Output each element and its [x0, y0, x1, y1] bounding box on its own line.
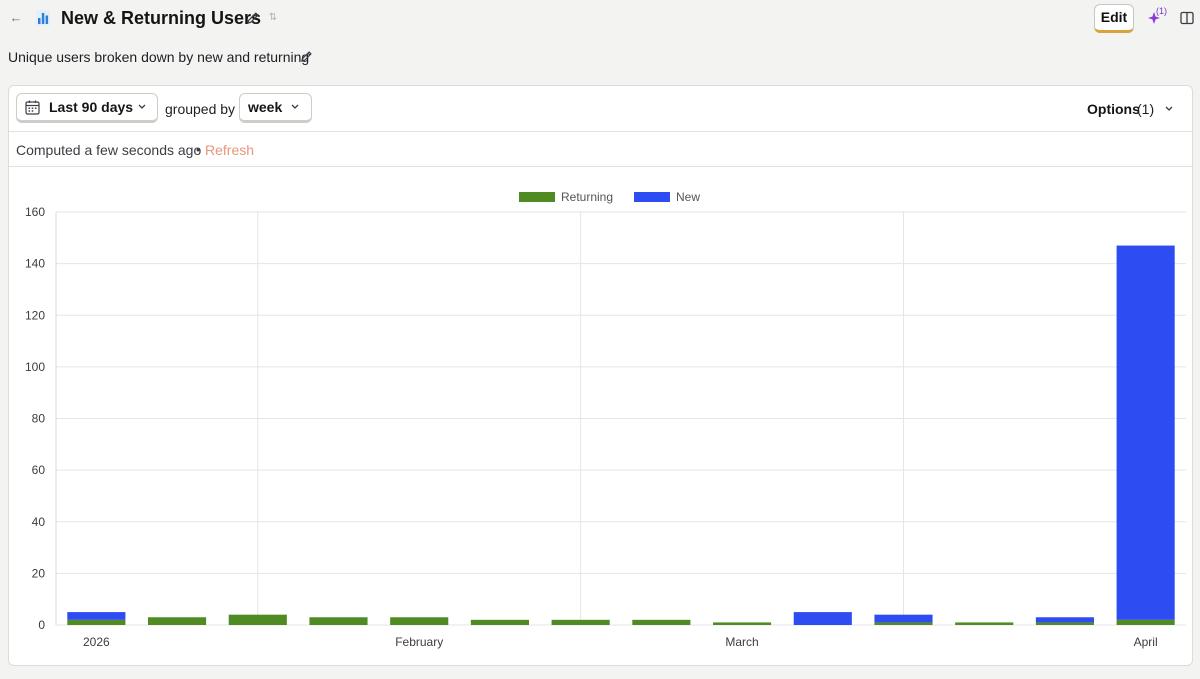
stacked-bar-chart: 0 20 40 60 80 100 120 140 160 2026 February March Ap…	[25, 190, 1186, 649]
page-header: ← New & Returning Users ⇅ Edit (1)	[0, 0, 1200, 38]
bar-returning	[390, 617, 449, 625]
pencil-icon[interactable]	[299, 49, 314, 64]
bar-returning	[551, 619, 610, 625]
pencil-icon[interactable]	[245, 10, 261, 26]
y-tick-label: 20	[32, 566, 46, 580]
bar-new	[793, 612, 852, 625]
insight-card: Last 90 days grouped by week Options (1)…	[8, 85, 1193, 666]
bar-returning	[67, 619, 126, 625]
bar-new	[1035, 617, 1094, 623]
side-panel-icon[interactable]	[1180, 11, 1194, 25]
edit-button[interactable]: Edit	[1094, 4, 1134, 33]
legend-label: New	[676, 190, 700, 204]
insight-description: Unique users broken down by new and retu…	[8, 49, 310, 65]
bar-chart-icon	[36, 10, 50, 26]
bar-returning	[874, 622, 933, 625]
bar-returning	[148, 617, 207, 625]
ai-badge: (1)	[1156, 6, 1167, 16]
legend-swatch	[519, 192, 555, 202]
bar-new	[1116, 245, 1175, 620]
y-tick-label: 80	[32, 412, 46, 426]
x-tick-label: February	[395, 635, 443, 649]
back-arrow-icon[interactable]: ←	[8, 9, 24, 27]
bar-returning	[632, 619, 691, 625]
collapse-icon[interactable]: ⇅	[267, 11, 279, 25]
x-tick-label: March	[725, 635, 758, 649]
bar-new	[67, 612, 126, 620]
bar-new	[874, 614, 933, 623]
x-tick-label: 2026	[83, 635, 110, 649]
legend-swatch	[634, 192, 670, 202]
y-tick-label: 120	[25, 308, 45, 322]
bar-returning	[1035, 622, 1094, 625]
y-tick-label: 60	[32, 463, 46, 477]
bar-returning	[228, 614, 287, 625]
legend-label: Returning	[561, 190, 613, 204]
bar-returning	[1116, 619, 1175, 625]
page-title: New & Returning Users	[61, 8, 262, 28]
y-tick-label: 160	[25, 205, 45, 219]
bar-returning	[955, 622, 1014, 625]
y-tick-label: 140	[25, 257, 45, 271]
bar-returning	[470, 619, 529, 625]
bar-returning	[309, 617, 368, 625]
y-tick-label: 40	[32, 515, 46, 529]
y-tick-label: 100	[25, 360, 45, 374]
bar-returning	[713, 622, 772, 625]
x-tick-label: April	[1134, 635, 1158, 649]
y-tick-label: 0	[38, 618, 45, 632]
